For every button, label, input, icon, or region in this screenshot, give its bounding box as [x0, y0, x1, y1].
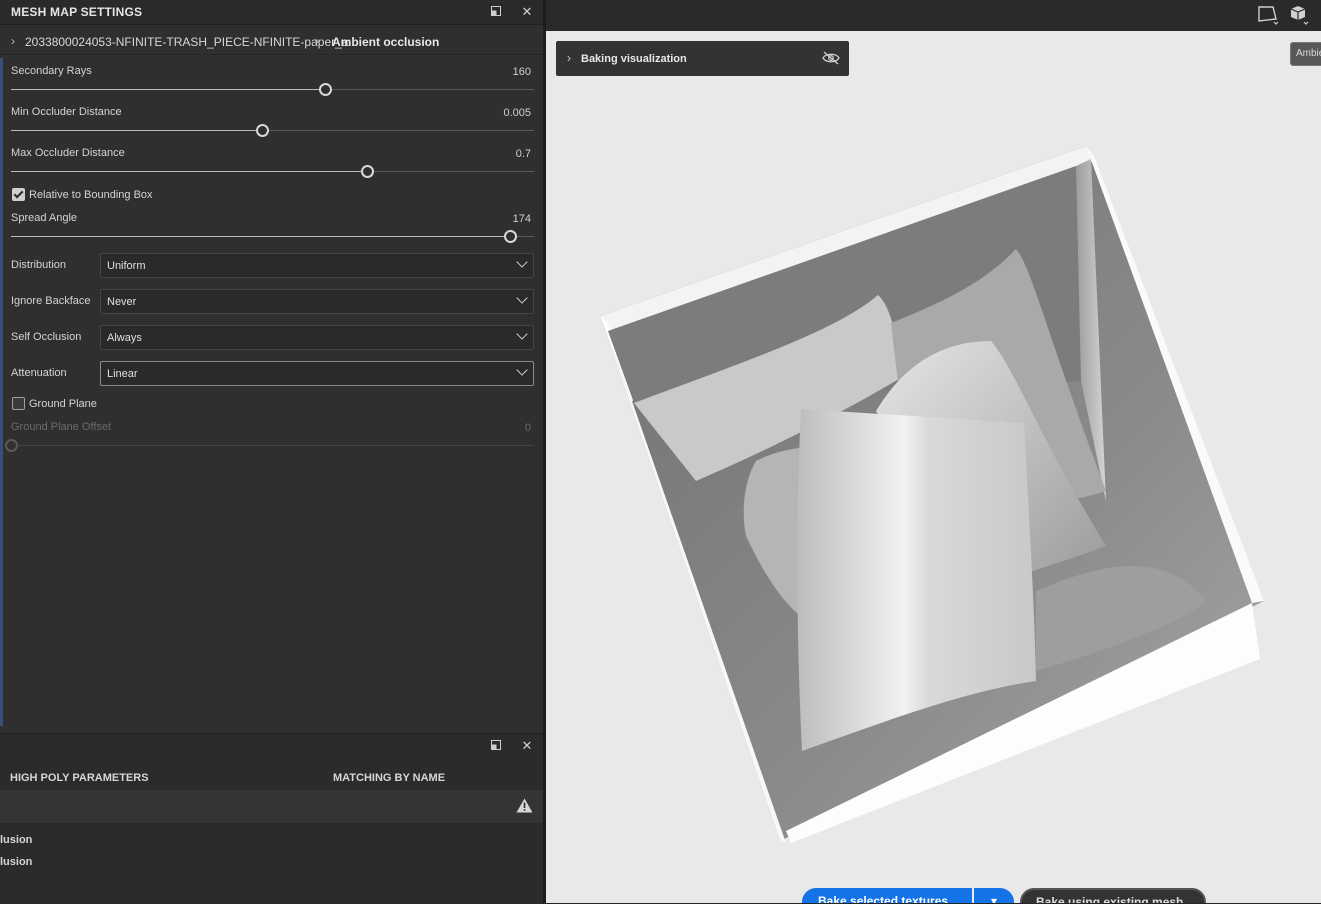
slider-thumb: [5, 439, 18, 452]
min-occluder-slider[interactable]: [11, 124, 534, 137]
list-item[interactable]: lusion: [0, 856, 32, 868]
ignore-backface-value: Never: [107, 296, 137, 308]
slider-thumb[interactable]: [256, 124, 270, 137]
high-poly-parameters-heading: HIGH POLY PARAMETERS: [10, 772, 149, 784]
active-indicator: [0, 58, 3, 726]
secondary-rays-value[interactable]: 160: [513, 66, 531, 78]
self-occlusion-select[interactable]: Always: [100, 325, 534, 350]
secondary-rays-slider[interactable]: [11, 83, 534, 96]
spread-angle-label: Spread Angle: [11, 212, 78, 224]
float-panel-icon[interactable]: [487, 737, 505, 755]
panel-title: MESH MAP SETTINGS: [11, 5, 143, 19]
self-occlusion-value: Always: [107, 332, 142, 344]
attenuation-select[interactable]: Linear: [100, 361, 534, 386]
viewport-toolbar: [546, 0, 1321, 31]
bake-existing-button[interactable]: Bake using existing mesh: [1020, 888, 1206, 903]
breadcrumb-current: Ambient occlusion: [332, 35, 440, 49]
high-poly-panel: ✕ HIGH POLY PARAMETERS MATCHING BY NAME …: [0, 733, 543, 904]
spread-angle-value[interactable]: 174: [513, 213, 531, 225]
distribution-select[interactable]: Uniform: [100, 253, 534, 278]
mesh-render: [600, 146, 1264, 843]
max-occluder-value[interactable]: 0.7: [516, 148, 531, 160]
ground-plane-label: Ground Plane: [29, 398, 97, 410]
breadcrumb-asset[interactable]: 2033800024053-NFINITE-TRASH_PIECE-NFINIT…: [25, 35, 348, 49]
secondary-rays-label: Secondary Rays: [11, 65, 92, 77]
chevron-right-icon: ›: [567, 51, 571, 65]
baking-visualization-label: Baking visualization: [581, 53, 687, 65]
visibility-off-icon[interactable]: [822, 51, 840, 65]
matching-by-name-heading: MATCHING BY NAME: [333, 772, 446, 784]
ground-plane-offset-label: Ground Plane Offset: [11, 421, 112, 433]
breadcrumb: › 2033800024053-NFINITE-TRASH_PIECE-NFIN…: [0, 30, 543, 55]
max-occluder-slider[interactable]: [11, 165, 534, 178]
chevron-right-icon: ›: [11, 34, 15, 48]
attenuation-value: Linear: [107, 368, 138, 380]
cube-icon[interactable]: [1288, 3, 1312, 27]
bake-options-button[interactable]: ▾: [974, 888, 1014, 903]
chevron-down-icon: [516, 256, 528, 268]
ignore-backface-label: Ignore Backface: [11, 295, 91, 307]
distribution-label: Distribution: [11, 259, 67, 271]
self-occlusion-label: Self Occlusion: [11, 331, 82, 343]
float-panel-icon[interactable]: [487, 3, 505, 21]
ground-plane-checkbox[interactable]: [12, 397, 25, 410]
min-occluder-value[interactable]: 0.005: [503, 107, 531, 119]
ignore-backface-select[interactable]: Never: [100, 289, 534, 314]
spread-angle-slider[interactable]: [11, 230, 534, 243]
distribution-value: Uniform: [107, 260, 146, 272]
mesh-map-settings-panel: MESH MAP SETTINGS ✕ › 2033800024053-NFIN…: [0, 0, 543, 904]
chevron-down-icon: [516, 292, 528, 304]
max-occluder-label: Max Occluder Distance: [11, 147, 125, 159]
ground-plane-offset-value: 0: [524, 422, 531, 434]
3d-viewport[interactable]: › Baking visualization Ambient occlusion…: [546, 31, 1321, 903]
panel-header: MESH MAP SETTINGS ✕: [0, 0, 543, 25]
relative-bbox-label: Relative to Bounding Box: [29, 189, 153, 201]
baking-visualization-toggle[interactable]: › Baking visualization: [556, 41, 849, 76]
high-poly-bar: [0, 790, 543, 823]
close-icon[interactable]: ✕: [518, 3, 536, 21]
min-occluder-label: Min Occluder Distance: [11, 106, 122, 118]
slider-thumb[interactable]: [504, 230, 518, 243]
ground-plane-offset-slider: [5, 439, 534, 452]
camera-frame-icon[interactable]: [1256, 3, 1280, 27]
warning-icon: [516, 798, 533, 813]
list-item[interactable]: lusion: [0, 834, 32, 846]
relative-bbox-checkbox[interactable]: [12, 188, 25, 201]
slider-thumb[interactable]: [318, 83, 332, 96]
chevron-down-icon: [516, 364, 528, 376]
ambient-occlusion-tag[interactable]: Ambient occlusion: [1290, 42, 1321, 66]
chevron-right-icon: ›: [315, 34, 319, 48]
chevron-down-icon: [516, 328, 528, 340]
slider-thumb[interactable]: [360, 165, 374, 178]
attenuation-label: Attenuation: [11, 367, 67, 379]
close-icon[interactable]: ✕: [518, 737, 536, 755]
bake-selected-button[interactable]: Bake selected textures: [802, 888, 972, 903]
